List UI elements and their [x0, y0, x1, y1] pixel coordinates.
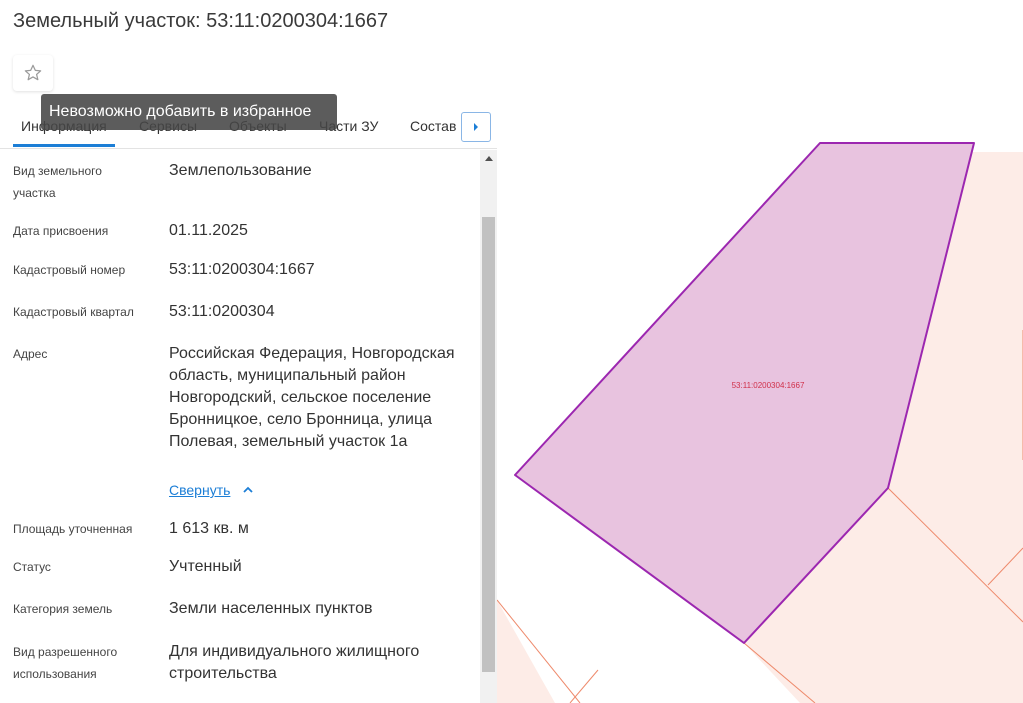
info-label: Кадастровый квартал — [13, 305, 134, 319]
active-tab-indicator — [13, 144, 115, 147]
info-value: Российская Федерация, Новгородская облас… — [169, 345, 455, 450]
tab-composition[interactable]: Состав — [410, 118, 456, 134]
neighbor-parcel[interactable] — [497, 600, 555, 703]
parcel-boundary-line — [569, 669, 599, 703]
favorite-tooltip: Невозможно добавить в избранное — [41, 94, 337, 130]
info-value: 1 613 кв. м — [169, 520, 249, 537]
info-value: Учтенный — [169, 558, 242, 575]
info-label: Кадастровый номер — [13, 263, 126, 277]
caret-up-icon — [484, 155, 493, 161]
info-label: Площадь уточненная — [13, 522, 133, 536]
info-label: Статус — [13, 560, 51, 574]
star-outline-icon — [24, 64, 42, 81]
info-label: Вид разрешенного использования — [13, 645, 118, 681]
page-title: Земельный участок: 53:11:0200304:1667 — [13, 10, 389, 32]
info-value: 53:11:0200304 — [169, 303, 275, 320]
info-value: Для индивидуального жилищного строительс… — [169, 643, 420, 682]
info-label: Дата присвоения — [13, 224, 109, 238]
scroll-thumb[interactable] — [482, 217, 495, 672]
info-label: Адрес — [13, 347, 48, 361]
parcel-number-label: 53:11:0200304:1667 — [732, 381, 805, 390]
info-label: Категория земель — [13, 602, 113, 616]
info-panel: Вид земельного участка Землепользование … — [0, 150, 480, 703]
favorite-button[interactable] — [13, 55, 53, 91]
info-value: 01.11.2025 — [169, 222, 248, 239]
chevron-up-icon[interactable] — [242, 485, 254, 495]
map-view[interactable]: 53:11:0200304:1667 — [497, 0, 1023, 703]
info-value: 53:11:0200304:1667 — [169, 261, 315, 278]
info-scrollbar[interactable] — [480, 150, 497, 703]
info-value: Землепользование — [169, 162, 312, 179]
info-row-address: Адрес Российская Федерация, Новгородская… — [13, 343, 473, 503]
tabs-scroll-right-button[interactable] — [461, 112, 491, 142]
caret-right-icon — [474, 123, 478, 131]
info-value: Земли населенных пунктов — [169, 600, 373, 617]
collapse-address-link[interactable]: Свернуть — [169, 482, 230, 498]
scroll-up-button[interactable] — [480, 150, 497, 165]
info-label: Вид земельного участка — [13, 164, 102, 200]
